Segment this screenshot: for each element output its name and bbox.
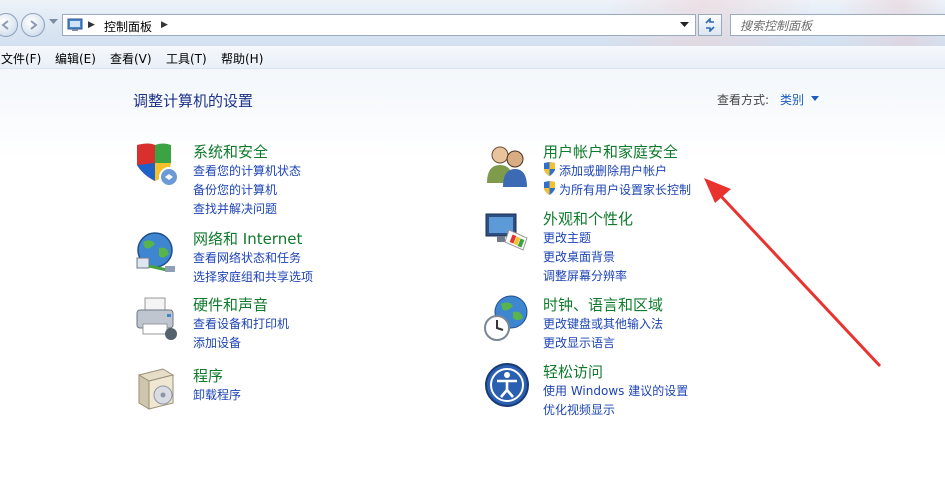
refresh-icon (705, 18, 715, 32)
category-title[interactable]: 用户帐户和家庭安全 (543, 141, 678, 162)
control-panel-icon (67, 18, 83, 31)
page-title: 调整计算机的设置 (133, 92, 254, 110)
link-find-fix-problems[interactable]: 查找并解决问题 (193, 200, 277, 217)
back-arrow-icon (1, 20, 9, 30)
printer-icon[interactable] (133, 294, 181, 342)
link-homegroup-sharing[interactable]: 选择家庭组和共享选项 (193, 268, 313, 285)
forward-arrow-icon (30, 20, 38, 30)
link-view-computer-status[interactable]: 查看您的计算机状态 (193, 162, 301, 179)
link-add-remove-accounts[interactable]: 添加或删除用户帐户 (559, 162, 667, 179)
uac-shield-icon (544, 162, 555, 176)
category-title[interactable]: 程序 (193, 365, 223, 386)
breadcrumb-separator-icon[interactable]: ▶ (88, 20, 95, 30)
link-optimize-video-display[interactable]: 优化视频显示 (543, 401, 615, 418)
users-icon[interactable] (483, 141, 531, 189)
clock-globe-icon[interactable] (483, 294, 531, 342)
link-change-desktop-background[interactable]: 更改桌面背景 (543, 248, 615, 265)
back-button[interactable] (0, 13, 18, 37)
breadcrumb-separator-icon[interactable]: ▶ (161, 20, 168, 30)
link-windows-recommended-settings[interactable]: 使用 Windows 建议的设置 (543, 382, 688, 399)
menu-file[interactable]: 文件(F) (1, 50, 41, 67)
forward-button[interactable] (21, 13, 45, 37)
category-title[interactable]: 硬件和声音 (193, 294, 268, 315)
link-change-keyboard-input[interactable]: 更改键盘或其他输入法 (543, 315, 663, 332)
link-change-theme[interactable]: 更改主题 (543, 229, 591, 246)
breadcrumb-control-panel[interactable]: 控制面板 (104, 18, 152, 35)
menu-tools[interactable]: 工具(T) (166, 50, 207, 67)
address-dropdown-icon[interactable] (680, 22, 689, 28)
history-dropdown-icon[interactable] (49, 19, 58, 25)
menu-edit[interactable]: 编辑(E) (55, 50, 96, 67)
menu-bar: 文件(F) 编辑(E) 查看(V) 工具(T) 帮助(H) (0, 46, 945, 69)
uac-shield-icon (544, 181, 555, 195)
view-by-label: 查看方式: (717, 93, 770, 107)
address-bar[interactable]: ▶ 控制面板 ▶ (62, 14, 696, 36)
appearance-monitor-icon[interactable] (483, 208, 531, 256)
link-network-status[interactable]: 查看网络状态和任务 (193, 249, 301, 266)
security-shield-icon[interactable] (133, 141, 181, 189)
network-globe-icon[interactable] (133, 228, 181, 276)
category-title[interactable]: 外观和个性化 (543, 208, 633, 229)
link-uninstall-program[interactable]: 卸载程序 (193, 386, 241, 403)
link-adjust-resolution[interactable]: 调整屏幕分辨率 (543, 267, 627, 284)
link-change-display-language[interactable]: 更改显示语言 (543, 334, 615, 351)
menu-help[interactable]: 帮助(H) (221, 50, 263, 67)
link-parental-controls[interactable]: 为所有用户设置家长控制 (559, 181, 691, 198)
accessibility-icon[interactable] (483, 361, 531, 409)
menu-view[interactable]: 查看(V) (110, 50, 152, 67)
category-title[interactable]: 轻松访问 (543, 361, 603, 382)
chevron-down-icon[interactable] (811, 96, 819, 101)
programs-box-icon[interactable] (133, 365, 181, 413)
category-title[interactable]: 网络和 Internet (193, 228, 302, 249)
control-panel-content: 调整计算机的设置 查看方式: 类别 系统和安全 查看您的计算机状态 备份您的计算… (0, 69, 945, 479)
view-by-dropdown[interactable]: 类别 (780, 91, 804, 108)
link-backup-computer[interactable]: 备份您的计算机 (193, 181, 277, 198)
refresh-button[interactable] (698, 14, 722, 36)
search-input[interactable]: 搜索控制面板 (730, 14, 945, 36)
link-add-device[interactable]: 添加设备 (193, 334, 241, 351)
link-devices-printers[interactable]: 查看设备和打印机 (193, 315, 289, 332)
category-title[interactable]: 时钟、语言和区域 (543, 294, 663, 315)
category-title[interactable]: 系统和安全 (193, 141, 268, 162)
title-bar: ▶ 控制面板 ▶ 搜索控制面板 (0, 0, 945, 46)
